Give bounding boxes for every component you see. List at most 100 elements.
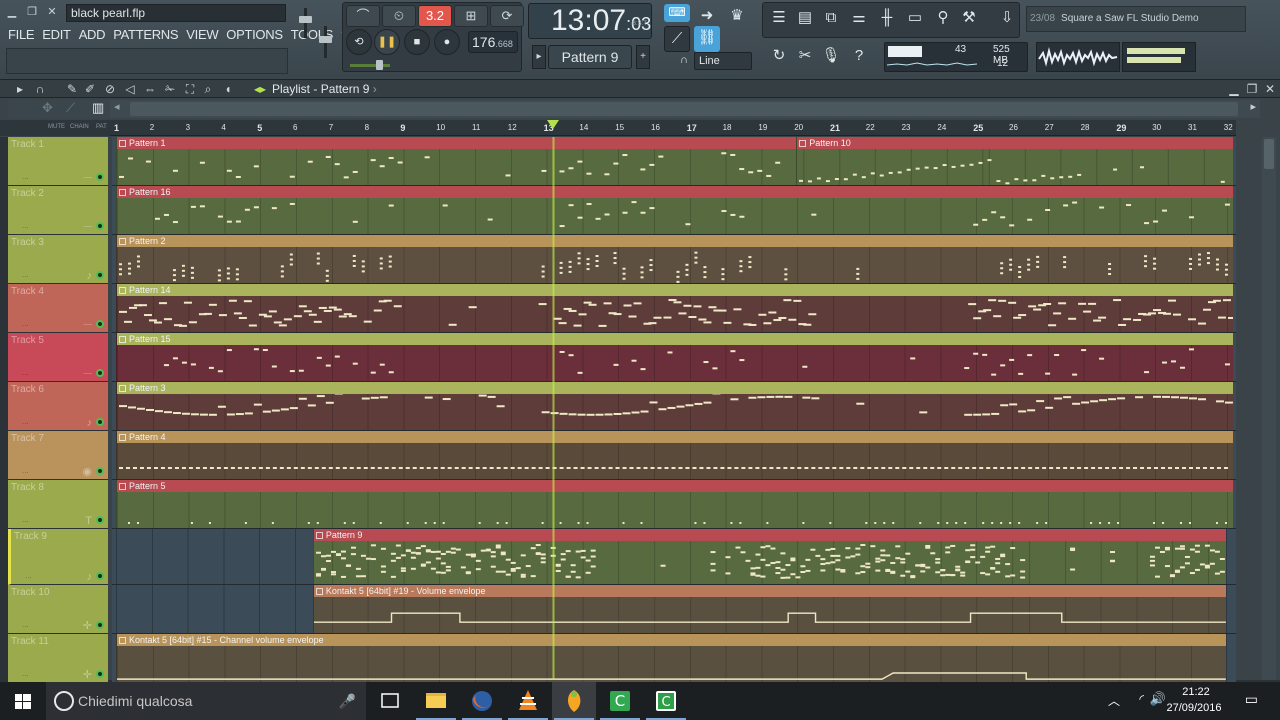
typing-keyboard-icon[interactable]: ⌨: [664, 4, 690, 22]
clip-header[interactable]: Pattern 2: [117, 235, 1233, 247]
pattern-nav-icon[interactable]: ◂▸: [252, 81, 268, 97]
clip-header[interactable]: Pattern 14: [117, 284, 1233, 296]
track-lane[interactable]: Pattern 15: [112, 333, 1236, 382]
main-pitch-slider[interactable]: [350, 64, 390, 67]
menu-add[interactable]: ADD: [75, 26, 110, 44]
clip-menu-icon[interactable]: [119, 140, 126, 147]
clip-menu-icon[interactable]: [119, 385, 126, 392]
magnet-snap-icon[interactable]: ∩: [32, 81, 48, 97]
metronome-icon[interactable]: ⌒: [346, 5, 380, 27]
draw-icon[interactable]: ⟋: [66, 100, 75, 116]
draw-tool-icon[interactable]: ⟋: [664, 26, 690, 52]
channel-rack-icon[interactable]: ⧉: [818, 6, 844, 32]
clip-header[interactable]: Pattern 4: [117, 431, 1233, 443]
pattern-clip[interactable]: Pattern 3: [116, 382, 1233, 430]
pencil-icon[interactable]: ✎: [64, 81, 80, 97]
fl-studio-button[interactable]: [552, 682, 596, 720]
tools-icon[interactable]: ⚒: [956, 6, 982, 32]
recording-filter-icon[interactable]: ♛: [724, 4, 750, 30]
add-pattern-icon[interactable]: +: [636, 45, 650, 69]
playhead-marker-icon[interactable]: [546, 120, 559, 129]
scroll-right-icon[interactable]: ▸: [1250, 100, 1256, 113]
track-mute-led[interactable]: [96, 621, 104, 629]
piano-roll-icon[interactable]: ▤: [792, 6, 818, 32]
playlist-close-icon[interactable]: ✕: [1262, 81, 1278, 97]
track-name[interactable]: Track 3: [11, 237, 44, 248]
track-header[interactable]: Track 11... ✛: [8, 634, 108, 683]
taskbar-time[interactable]: 21:22: [1166, 686, 1226, 698]
clip-header[interactable]: Pattern 10: [797, 137, 1233, 149]
clip-menu-icon[interactable]: [119, 483, 126, 490]
track-lane[interactable]: Pattern 2: [112, 235, 1236, 284]
pattern-clip[interactable]: Kontakt 5 [64bit] #15 - Channel volume e…: [116, 634, 1226, 682]
loop-record-icon[interactable]: ⟳: [490, 5, 524, 27]
download-icon[interactable]: ⇩: [994, 6, 1020, 32]
track-header[interactable]: Track 5... ⏤: [8, 333, 108, 382]
pause-button[interactable]: ❚❚: [374, 29, 400, 55]
move-icon[interactable]: ✥: [42, 100, 53, 116]
clip-header[interactable]: Pattern 16: [117, 186, 1233, 198]
time-ruler[interactable]: 1 2 3 4 5 6 7 8 9 10 11 12 13 14 15 16 17 18 19 20 21 22 23 24 2…: [110, 120, 1236, 136]
clip-header[interactable]: Pattern 5: [117, 480, 1233, 492]
browser-icon[interactable]: ▭: [902, 6, 928, 32]
loop-mode-icon[interactable]: ⟲: [346, 29, 372, 55]
track-lane[interactable]: Kontakt 5 [64bit] #15 - Channel volume e…: [112, 634, 1236, 683]
mixer-icon[interactable]: ⚌: [846, 6, 872, 32]
clip-menu-icon[interactable]: [119, 189, 126, 196]
pattern-clip[interactable]: Pattern 14: [116, 284, 1233, 332]
clip-menu-icon[interactable]: [119, 434, 126, 441]
menu-edit[interactable]: EDIT: [38, 26, 74, 44]
pattern-clip[interactable]: Pattern 15: [116, 333, 1233, 381]
vertical-scrollbar[interactable]: [1262, 137, 1276, 680]
taskbar-date[interactable]: 27/09/2016: [1162, 702, 1226, 714]
track-grip[interactable]: ...: [22, 270, 29, 279]
clip-menu-icon[interactable]: [119, 336, 126, 343]
track-header[interactable]: Track 3... ♪: [8, 235, 108, 284]
track-grip[interactable]: ...: [22, 319, 29, 328]
tempo-display[interactable]: 176.668: [468, 31, 518, 53]
magnet-icon[interactable]: ∩: [676, 52, 692, 70]
mixer-sliders-icon[interactable]: ╫: [874, 6, 900, 32]
menu-view[interactable]: VIEW: [182, 26, 222, 44]
track-mute-led[interactable]: [96, 418, 104, 426]
track-lane[interactable]: Pattern 16: [112, 186, 1236, 235]
track-name[interactable]: Track 4: [11, 286, 44, 297]
stop-button[interactable]: ■: [404, 29, 430, 55]
track-header[interactable]: Track 1... ⏤: [8, 137, 108, 186]
zoom-tool-icon[interactable]: ⌕: [200, 81, 216, 97]
show-hidden-icons-icon[interactable]: ︿: [1108, 692, 1120, 709]
track-name[interactable]: Track 6: [11, 384, 44, 395]
track-grip[interactable]: ...: [22, 620, 29, 629]
song-position-display[interactable]: 13:07:03 B:S:T: [528, 3, 652, 39]
track-header[interactable]: Track 9... ♪: [8, 529, 108, 585]
track-header[interactable]: Track 4... ⏤: [8, 284, 108, 333]
track-lane[interactable]: Kontakt 5 [64bit] #19 - Volume envelope: [112, 585, 1236, 634]
track-mute-led[interactable]: [96, 369, 104, 377]
track-grip[interactable]: ...: [22, 417, 29, 426]
track-lane[interactable]: Pattern 9: [112, 529, 1236, 585]
search-box[interactable]: Chiedimi qualcosa 🎤: [46, 682, 366, 720]
track-header[interactable]: Track 7... ◉: [8, 431, 108, 480]
clip-header[interactable]: Pattern 15: [117, 333, 1233, 345]
playlist-maximize-icon[interactable]: ❐: [1244, 81, 1260, 97]
master-pitch-knob[interactable]: [319, 36, 332, 43]
track-lane[interactable]: Pattern 4: [112, 431, 1236, 480]
undo-icon[interactable]: ↻: [766, 44, 792, 70]
playlist-minimize-icon[interactable]: ▁: [1226, 81, 1242, 97]
pattern-prev-icon[interactable]: ▸: [532, 45, 546, 69]
clip-menu-icon[interactable]: [315, 532, 323, 539]
task-view-button[interactable]: [368, 682, 412, 720]
track-grip[interactable]: ...: [22, 172, 29, 181]
track-header[interactable]: Track 8... T: [8, 480, 108, 529]
pattern-clip[interactable]: Pattern 1: [116, 137, 797, 185]
cut-icon[interactable]: ✂: [792, 44, 818, 70]
track-name[interactable]: Track 2: [11, 188, 44, 199]
track-mute-led[interactable]: [96, 222, 104, 230]
track-lane[interactable]: Pattern 1 Pattern 10: [112, 137, 1236, 186]
track-mute-led[interactable]: [96, 271, 104, 279]
track-lane[interactable]: Pattern 14: [112, 284, 1236, 333]
track-mute-led[interactable]: [96, 516, 104, 524]
restore-icon[interactable]: ❐: [24, 4, 40, 20]
close-icon[interactable]: ✕: [44, 4, 60, 20]
firefox-button[interactable]: [460, 682, 504, 720]
